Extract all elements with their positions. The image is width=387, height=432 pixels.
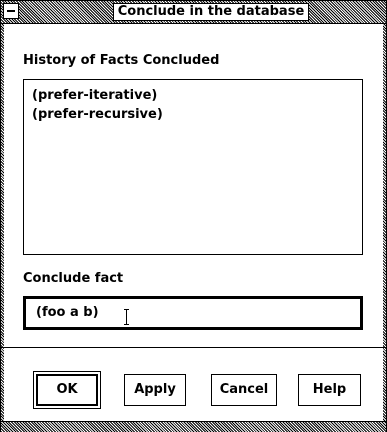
window-border-right [383, 1, 386, 431]
history-list[interactable]: (prefer-iterative) (prefer-recursive) [23, 79, 363, 255]
ok-button[interactable]: OK [33, 371, 101, 409]
window-menu-button[interactable] [3, 3, 19, 19]
conclude-fact-input[interactable]: (foo a b) [23, 296, 363, 330]
window-border-bottom [1, 421, 386, 432]
minus-icon [7, 10, 15, 12]
list-item[interactable]: (prefer-recursive) [32, 105, 354, 124]
cancel-button[interactable]: Cancel [211, 374, 277, 406]
divider [1, 347, 386, 348]
list-item[interactable]: (prefer-iterative) [32, 86, 354, 105]
text-cursor-icon [124, 309, 129, 325]
apply-button[interactable]: Apply [124, 374, 186, 406]
conclude-fact-value: (foo a b) [36, 305, 99, 320]
window-border-left [1, 1, 4, 431]
help-button[interactable]: Help [298, 374, 361, 406]
title-bar[interactable]: Conclude in the database [1, 1, 386, 24]
history-label: History of Facts Concluded [23, 53, 220, 68]
conclude-fact-label: Conclude fact [23, 271, 124, 286]
dialog-window: Conclude in the database History of Fact… [0, 0, 387, 432]
window-title: Conclude in the database [113, 3, 309, 21]
